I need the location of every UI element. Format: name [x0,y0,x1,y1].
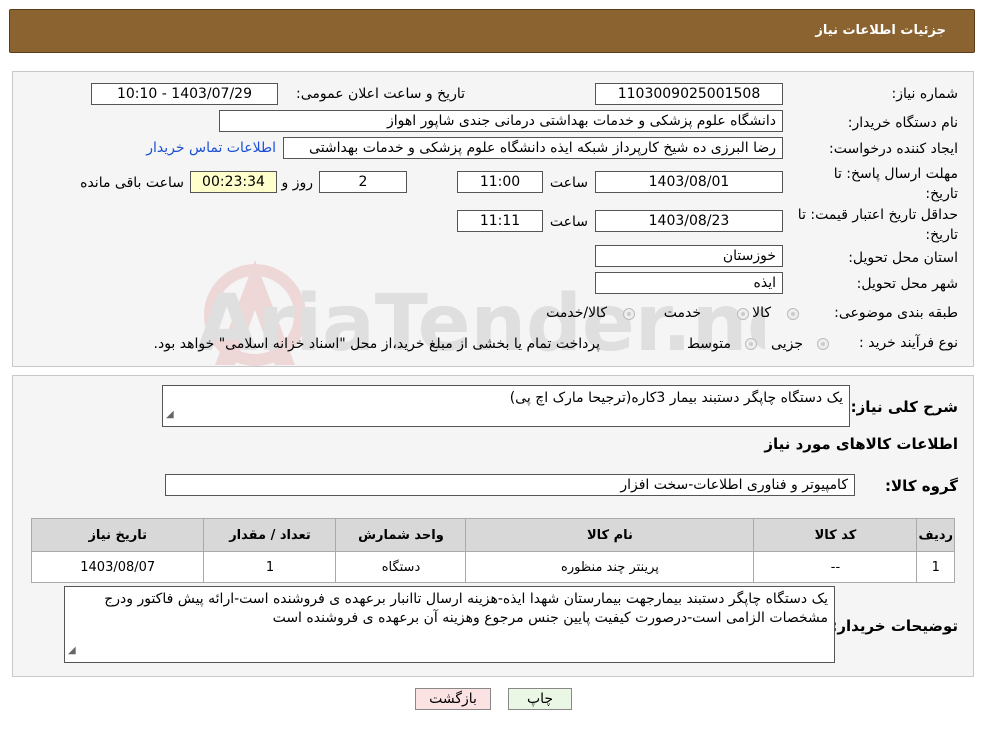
purchase-medium-radio[interactable] [745,338,757,350]
need-number-label: شماره نیاز: [891,86,959,102]
general-desc-text: یک دستگاه چاپگر دستبند بیمار 3کاره(ترجیح… [509,390,843,406]
reply-time-field: 11:00 [457,171,543,193]
day-and-label: روز و [281,175,314,191]
buyer-contact-link[interactable]: اطلاعات تماس خریدار [146,140,276,156]
cell-date: 1403/08/07 [30,551,205,583]
category-service-radio[interactable] [737,308,749,320]
purchase-note: پرداخت تمام یا بخشی از مبلغ خرید،از محل … [153,336,600,352]
remaining-label: ساعت باقی مانده [80,175,184,191]
print-button[interactable]: چاپ [508,688,572,710]
requester-field: رضا البرزی ده شیخ کارپرداز شبکه ایذه دان… [283,137,783,159]
reply-deadline-label: مهلت ارسال پاسخ: تا تاریخ: [833,166,958,202]
col-date: تاریخ نیاز [30,518,205,552]
table-row: 1 -- پرینتر چند منظوره دستگاه 1 1403/08/… [30,551,955,583]
category-goods-radio[interactable] [787,308,799,320]
reply-date-field: 1403/08/01 [595,171,783,193]
city-field: ایذه [595,272,783,294]
delivery-province-label: استان محل تحویل: [848,250,958,266]
need-number-field: 1103009025001508 [595,83,783,105]
announce-datetime-label: تاریخ و ساعت اعلان عمومی: [296,86,465,102]
buyer-org-field: دانشگاه علوم پزشکی و خدمات بهداشتی درمان… [219,110,783,132]
cell-qty: 1 [203,551,337,583]
province-field: خوزستان [595,245,783,267]
category-label: طبقه بندی موضوعی: [834,305,958,321]
general-desc-label: شرح کلی نیاز: [850,398,958,416]
page-header: جزئیات اطلاعات نیاز [9,9,975,53]
announce-datetime-field: 1403/07/29 - 10:10 [91,83,278,105]
purchase-type-label: نوع فرآیند خرید : [859,335,958,351]
resize-grip-icon[interactable]: ◢ [68,641,76,660]
reply-hour-label: ساعت [549,175,588,191]
goods-group-field: کامپیوتر و فناوری اطلاعات-سخت افزار [165,474,855,496]
col-unit: واحد شمارش [335,518,467,552]
cell-row: 1 [916,551,955,583]
days-field: 2 [319,171,407,193]
goods-table-header: ردیف کد کالا نام کالا واحد شمارش تعداد /… [30,518,955,552]
remaining-time-field: 00:23:34 [190,171,277,193]
validity-date-field: 1403/08/23 [595,210,783,232]
buyer-notes-text: یک دستگاه چاپگر دستبند بیمارجهت بیمارستا… [104,591,828,626]
requester-label: ایجاد کننده درخواست: [829,141,958,157]
cell-code: -- [753,551,918,583]
buyer-org-label: نام دستگاه خریدار: [847,115,958,131]
purchase-minor-label: جزیی [771,336,803,352]
price-validity-label: حداقل تاریخ اعتبار قیمت: تا تاریخ: [797,207,958,243]
category-both-radio[interactable] [623,308,635,320]
purchase-medium-label: متوسط [687,336,731,352]
goods-info-heading: اطلاعات کالاهای مورد نیاز [764,435,958,453]
category-goods-label: کالا [752,305,771,321]
cell-unit: دستگاه [335,551,467,583]
col-row: ردیف [916,518,955,552]
resize-grip-icon[interactable]: ◢ [166,405,174,424]
validity-time-field: 11:11 [457,210,543,232]
validity-hour-label: ساعت [549,214,588,230]
page-title: جزئیات اطلاعات نیاز [815,23,946,38]
category-service-label: خدمت [663,305,701,321]
purchase-minor-radio[interactable] [817,338,829,350]
col-qty: تعداد / مقدار [203,518,337,552]
cell-name: پرینتر چند منظوره [465,551,755,583]
category-both-label: کالا/خدمت [546,305,607,321]
back-button[interactable]: بازگشت [415,688,491,710]
goods-group-label: گروه کالا: [885,477,958,495]
goods-table: ردیف کد کالا نام کالا واحد شمارش تعداد /… [30,518,955,583]
buyer-notes-field: یک دستگاه چاپگر دستبند بیمارجهت بیمارستا… [64,586,835,663]
buyer-notes-label: توضیحات خریدار: [831,617,958,635]
col-code: کد کالا [753,518,918,552]
col-name: نام کالا [465,518,755,552]
delivery-city-label: شهر محل تحویل: [856,276,958,292]
general-desc-field: یک دستگاه چاپگر دستبند بیمار 3کاره(ترجیح… [162,385,850,427]
